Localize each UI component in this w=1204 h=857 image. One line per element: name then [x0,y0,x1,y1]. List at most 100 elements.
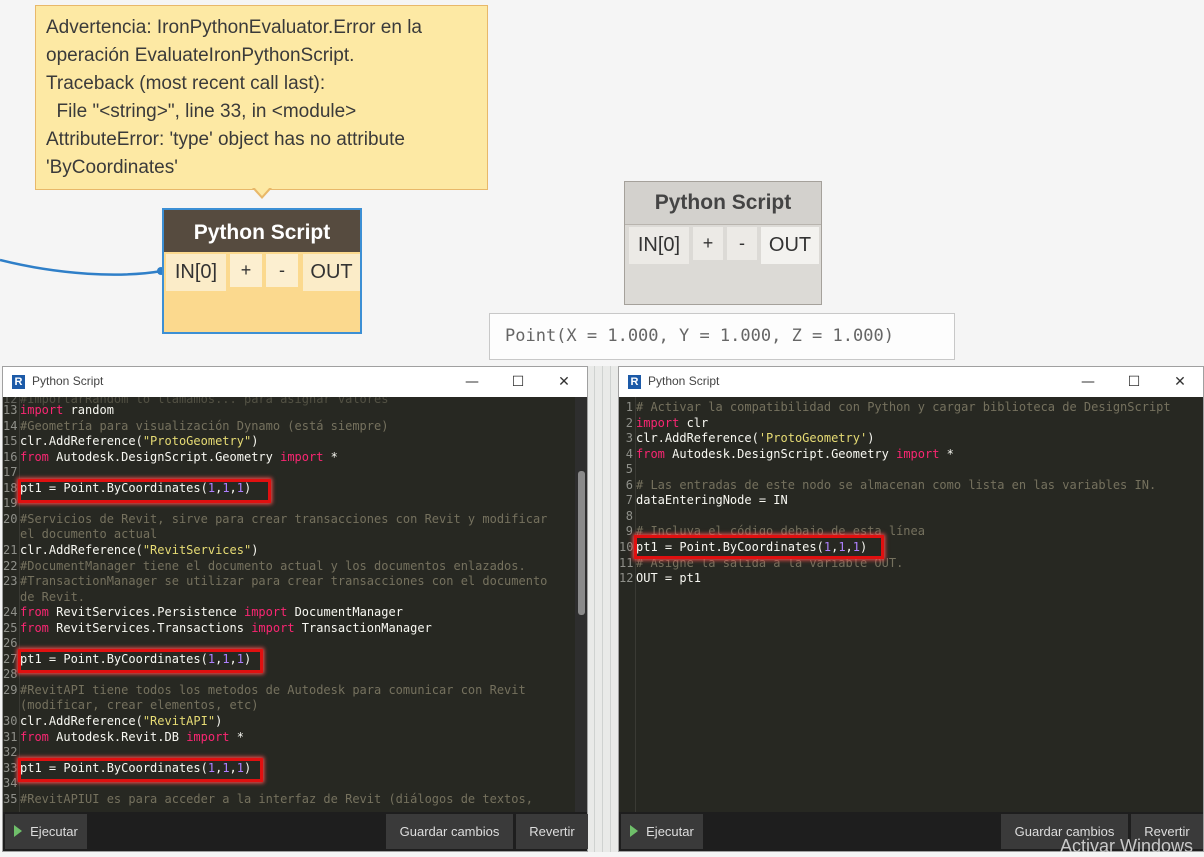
line-number: 2 [625,415,633,430]
node-preview-bubble: Point(X = 1.000, Y = 1.000, Z = 1.000) [489,313,955,360]
code-line: 5 [619,461,636,477]
line-number: 1 [625,400,633,414]
code-line: de Revit. [3,589,85,605]
code-text: import random [20,403,114,417]
canvas-background-strip [588,366,618,852]
code-text: OUT = pt1 [636,571,702,586]
line-number: 12 [619,571,634,586]
run-button[interactable]: Ejecutar [621,814,703,849]
code-line: 3 clr.AddReference('ProtoGeometry') [619,430,875,446]
run-label: Ejecutar [646,824,694,839]
node-title[interactable]: Python Script [164,210,360,252]
scrollbar-thumb[interactable] [578,471,585,615]
code-text: clr.AddReference("RevitServices") [20,542,259,557]
vertical-scrollbar[interactable] [575,397,587,814]
code-line: 14 #Geometría para visualización Dynamo (… [3,418,388,434]
revert-button[interactable]: Revertir [516,814,588,849]
maximize-icon[interactable]: ☐ [1120,371,1148,393]
close-icon[interactable]: ✕ [550,371,578,393]
warning-line: File "<string>", line 33, in <module> [46,101,357,122]
line-number: 3 [625,431,633,446]
highlight-box [18,479,271,503]
code-text: #Servicios de Revit, sirve para crear tr… [20,511,548,526]
input-port-in0[interactable]: IN[0] [166,254,226,291]
window-titlebar[interactable]: R Python Script — ☐ ✕ [619,367,1203,397]
code-text: from Autodesk.DesignScript.Geometry impo… [20,449,338,464]
code-line: 21 clr.AddReference("RevitServices") [3,542,258,558]
code-text: #TransactionManager se utilizar para cre… [20,574,548,589]
line-number: 4 [625,446,633,461]
line-number: 25 [3,620,18,635]
code-text: clr.AddReference("ProtoGeometry") [20,434,259,449]
highlight-box [634,535,884,559]
python-editor-left[interactable]: R Python Script — ☐ ✕ 12 #ImportarRandom … [2,366,588,852]
output-port-out[interactable]: OUT [303,254,360,291]
code-text: import clr [636,415,709,430]
line-number: 13 [3,403,18,417]
warning-line: AttributeError: 'type' object has no att… [46,129,405,150]
code-text: # Las entradas de este nodo se almacenan… [636,477,1157,492]
minimize-icon[interactable]: — [458,371,486,393]
add-input-button[interactable]: + [693,227,723,260]
code-line: 30 clr.AddReference("RevitAPI") [3,713,222,729]
code-line: (modificar, crear elementos, etc) [3,697,258,713]
code-line: 1 # Activar la compatibilidad con Python … [619,399,1171,415]
close-icon[interactable]: ✕ [1166,371,1194,393]
revit-logo-icon: R [628,375,641,389]
code-text: dataEnteringNode = IN [636,493,788,508]
code-line: 13 import random [3,402,114,418]
line-number: 15 [3,434,18,449]
python-script-node-error[interactable]: Python Script IN[0] + - OUT [162,208,362,334]
code-line: 23 #TransactionManager se utilizar para c… [3,573,547,589]
python-editor-right[interactable]: R Python Script — ☐ ✕ 1 # Activar la comp… [618,366,1204,852]
warning-line: Traceback (most recent call last): [46,73,326,94]
save-changes-button[interactable]: Guardar cambios [386,814,513,849]
highlight-box [18,649,263,673]
window-title: Python Script [648,374,720,388]
warning-pointer-fill [254,187,270,196]
minimize-icon[interactable]: — [1074,371,1102,393]
line-number: 14 [3,418,18,433]
code-text: from RevitServices.Persistence import Do… [20,605,403,620]
line-number: 31 [3,729,18,744]
code-line: el documento actual [3,526,157,542]
output-port-out[interactable]: OUT [761,227,819,264]
add-input-button[interactable]: + [230,254,262,287]
code-text: #DocumentManager tiene el documento actu… [20,558,526,573]
code-line: 4 from Autodesk.DesignScript.Geometry imp… [619,446,954,462]
line-number: 16 [3,449,18,464]
node-title[interactable]: Python Script [625,182,821,225]
code-line: 16 from Autodesk.DesignScript.Geometry im… [3,449,338,465]
line-number: 29 [3,682,18,697]
window-titlebar[interactable]: R Python Script — ☐ ✕ [3,367,587,397]
remove-input-button[interactable]: - [266,254,298,287]
remove-input-button[interactable]: - [727,227,757,260]
python-script-node[interactable]: Python Script IN[0] + - OUT [624,181,822,305]
line-number: 22 [3,558,18,573]
code-editor[interactable]: 12 #ImportarRandom lo llamamos... para as… [3,397,587,814]
code-line: 22 #DocumentManager tiene el documento ac… [3,558,526,574]
code-line: 31 from Autodesk.Revit.DB import * [3,729,244,745]
warning-bubble: Advertencia: IronPythonEvaluator.Error e… [35,5,488,190]
line-number: 20 [3,511,18,526]
code-line: 29 #RevitAPI tiene todos los metodos de A… [3,682,526,698]
play-icon [14,825,23,837]
line-number: 23 [3,574,18,589]
editor-action-bar: Ejecutar Guardar cambios Revertir [3,812,588,851]
code-line: 8 [619,508,636,524]
code-text: (modificar, crear elementos, etc) [20,698,259,713]
line-number: 24 [3,605,18,620]
code-line: 24 from RevitServices.Persistence import … [3,604,403,620]
window-title: Python Script [32,374,104,388]
line-number: 17 [3,465,18,480]
warning-line: operación EvaluateIronPythonScript. [46,45,355,66]
run-label: Ejecutar [30,824,78,839]
line-number: 35 [3,791,18,806]
maximize-icon[interactable]: ☐ [504,371,532,393]
line-number: 21 [3,542,18,557]
input-port-in0[interactable]: IN[0] [629,227,689,264]
code-editor[interactable]: 1 # Activar la compatibilidad con Python … [619,397,1203,814]
code-text: el documento actual [20,527,158,542]
run-button[interactable]: Ejecutar [5,814,87,849]
code-line: 17 [3,464,20,480]
